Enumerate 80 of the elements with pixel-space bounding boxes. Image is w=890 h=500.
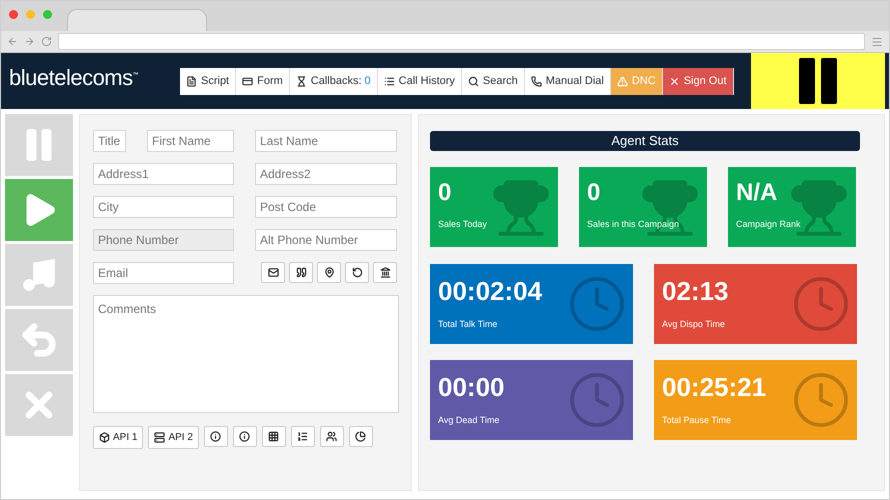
sidebar-button[interactable]	[5, 114, 73, 176]
stat-label: Total Talk Time	[438, 319, 498, 329]
icon-button[interactable]	[320, 426, 344, 447]
info-icon	[210, 431, 222, 442]
icon-button[interactable]	[204, 426, 228, 447]
stat-value: 00:00	[438, 372, 506, 403]
icon-button[interactable]	[348, 426, 373, 447]
stat-value: 02:13	[662, 276, 730, 307]
icon-button[interactable]	[345, 262, 369, 283]
clock-icon	[567, 370, 627, 430]
stat-label: Avg Dispo Time	[662, 319, 726, 329]
back-icon[interactable]	[7, 36, 18, 47]
stats-title: Agent Stats	[430, 131, 860, 151]
phone-icon	[530, 76, 542, 86]
pie-chart-icon	[355, 431, 366, 442]
document-icon	[186, 76, 197, 86]
sidebar-button[interactable]	[5, 374, 73, 436]
input-field[interactable]: Title	[93, 130, 126, 152]
search-icon	[468, 76, 479, 86]
input-field[interactable]: City	[93, 196, 234, 218]
pin-icon	[324, 267, 334, 278]
stat-value: 0	[438, 179, 452, 207]
list-icon	[384, 76, 395, 86]
clock-icon	[791, 274, 851, 334]
stat-label: Avg Dead Time	[438, 415, 500, 425]
users-icon	[326, 431, 338, 442]
info-icon	[239, 431, 250, 442]
maximize-window-icon[interactable]	[43, 10, 52, 19]
icon-button[interactable]	[232, 426, 257, 447]
forward-icon[interactable]	[24, 36, 35, 47]
input-field[interactable]: Email	[93, 262, 234, 284]
api-button[interactable]: API 1	[93, 426, 144, 449]
server-icon	[154, 432, 166, 443]
history-icon	[352, 267, 362, 278]
warning-icon	[616, 76, 628, 86]
clock-icon	[791, 370, 851, 430]
sidebar-button[interactable]	[5, 244, 73, 306]
input-field[interactable]: Post Code	[255, 196, 397, 218]
logo: bluetelecoms$^{™}$	[8, 65, 140, 91]
stat-value: 00:25:21	[662, 372, 768, 403]
reload-icon[interactable]	[41, 36, 52, 47]
stat-label: Total Pause Time	[662, 415, 732, 425]
input-field[interactable]: Address1	[93, 163, 234, 185]
icon-button[interactable]	[290, 426, 315, 447]
quote-icon	[296, 267, 306, 278]
mail-icon	[268, 267, 278, 278]
sidebar-button[interactable]	[5, 179, 73, 241]
grid-icon	[268, 431, 280, 442]
bank-icon	[380, 267, 390, 278]
clock-icon	[567, 274, 627, 334]
ordered-list-icon	[297, 431, 308, 442]
comments-field[interactable]: Comments	[93, 295, 399, 413]
input-field[interactable]: Last Name	[255, 130, 397, 152]
close-window-icon[interactable]	[9, 10, 18, 19]
input-field[interactable]: Address2	[255, 163, 397, 185]
close-icon	[668, 76, 680, 86]
cube-icon	[99, 432, 110, 443]
hourglass-icon	[296, 76, 307, 86]
input-field[interactable]: First Name	[147, 130, 234, 152]
trophy-icon	[639, 177, 701, 239]
icon-button[interactable]	[289, 262, 313, 283]
icon-button[interactable]	[317, 262, 341, 283]
icon-button[interactable]	[262, 426, 286, 447]
stat-value: 0	[587, 179, 602, 207]
icon-button[interactable]	[261, 262, 285, 283]
card-icon	[242, 76, 254, 86]
menu-icon[interactable]	[871, 36, 883, 48]
sidebar-button[interactable]	[5, 309, 73, 371]
trophy-icon	[490, 177, 552, 239]
api-button[interactable]: API 2	[148, 426, 199, 449]
stat-value: N/A	[736, 179, 778, 207]
pause-toggle[interactable]	[751, 53, 885, 109]
input-field[interactable]: Alt Phone Number	[255, 229, 397, 251]
nav-button[interactable]: Sign Out	[662, 68, 734, 94]
icon-button[interactable]	[373, 262, 397, 283]
stat-label: Campaign Rank	[736, 219, 802, 229]
stat-label: Sales in this Campaign	[587, 219, 680, 229]
browser-tab[interactable]	[67, 9, 207, 31]
stat-value: 00:02:04	[438, 276, 544, 307]
stat-label: Sales Today	[438, 219, 488, 229]
